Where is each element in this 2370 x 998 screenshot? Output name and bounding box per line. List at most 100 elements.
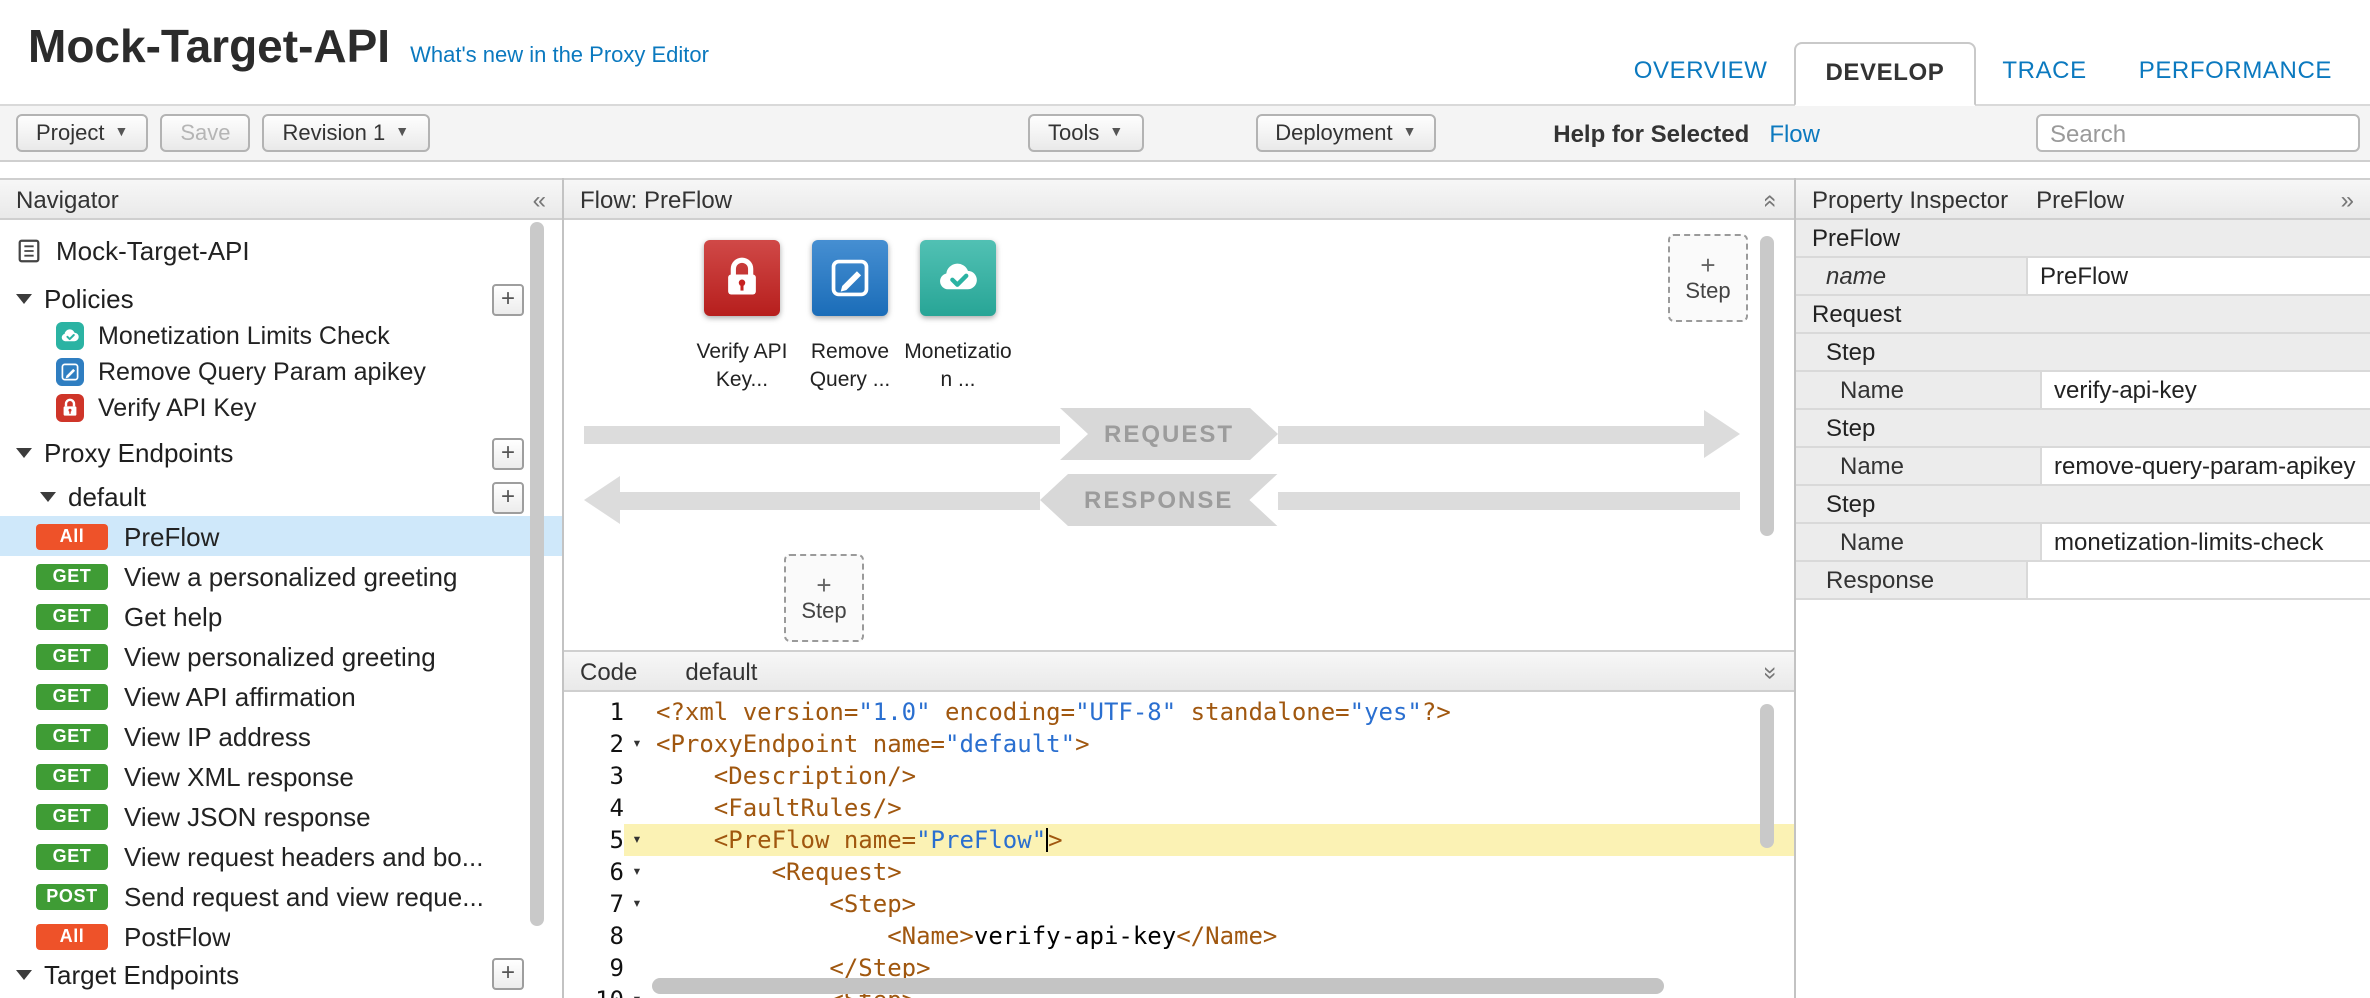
inspector-field-value[interactable]: [2028, 562, 2370, 598]
fold-arrow-icon: [624, 760, 650, 792]
request-label-banner: REQUEST: [1060, 408, 1278, 460]
policy-item[interactable]: Verify API Key: [0, 390, 562, 426]
flow-item-send-request-and-view-reque[interactable]: POSTSend request and view reque...: [0, 876, 562, 916]
add-step-button-response[interactable]: + Step: [784, 554, 864, 642]
nav-subsection-default[interactable]: default +: [0, 480, 562, 516]
inspector-section-step: Step: [1796, 410, 2370, 448]
add-step-button-request[interactable]: + Step: [1668, 234, 1748, 322]
fold-arrow-icon[interactable]: ▾: [624, 856, 650, 888]
tab-performance[interactable]: PERFORMANCE: [2113, 56, 2358, 104]
collapse-left-icon[interactable]: «: [533, 185, 546, 213]
flow-item-view-request-headers-and-bo[interactable]: GETView request headers and bo...: [0, 836, 562, 876]
fold-arrow-icon[interactable]: ▾: [624, 728, 650, 760]
code-line-2[interactable]: 2▾<ProxyEndpoint name="default">: [564, 728, 1794, 760]
inspector-field-value[interactable]: PreFlow: [2028, 258, 2370, 294]
line-number: 4: [564, 792, 624, 824]
code-vertical-scrollbar[interactable]: [1760, 704, 1774, 848]
line-number: 9: [564, 952, 624, 984]
disclosure-triangle-icon[interactable]: [16, 295, 32, 305]
add-policy-button[interactable]: +: [492, 284, 524, 316]
flow-item-postflow[interactable]: AllPostFlow: [0, 916, 562, 956]
flow-item-view-json-response[interactable]: GETView JSON response: [0, 796, 562, 836]
help-flow-link[interactable]: Flow: [1769, 119, 1820, 147]
line-number: 5: [564, 824, 624, 856]
expand-right-icon[interactable]: »: [2341, 185, 2354, 213]
tab-overview[interactable]: OVERVIEW: [1608, 56, 1794, 104]
flow-item-label: View XML response: [124, 761, 354, 791]
code-token: <Description/>: [656, 762, 916, 790]
code-horizontal-scrollbar[interactable]: [652, 978, 1664, 994]
code-line-8[interactable]: 8 <Name>verify-api-key</Name>: [564, 920, 1794, 952]
revision-menu-button[interactable]: Revision 1 ▼: [263, 114, 430, 152]
add-step-label: Step: [801, 600, 846, 624]
inspector-title: Property Inspector: [1812, 185, 2008, 213]
policy-step-pencil[interactable]: [812, 240, 888, 316]
flow-item-view-a-personalized-greeting[interactable]: GETView a personalized greeting: [0, 556, 562, 596]
inspector-section-preflow: PreFlow: [1796, 220, 2370, 258]
response-label: RESPONSE: [1084, 486, 1233, 514]
request-flow-arrow: REQUEST: [584, 408, 1740, 460]
policy-step-lock[interactable]: [704, 240, 780, 316]
inspector-section-request: Request: [1796, 296, 2370, 334]
add-flow-button[interactable]: +: [492, 482, 524, 514]
policy-step-cloud-check[interactable]: [920, 240, 996, 316]
tab-trace[interactable]: TRACE: [1976, 56, 2112, 104]
fold-arrow-icon[interactable]: ▾: [624, 888, 650, 920]
project-menu-button[interactable]: Project ▼: [16, 114, 148, 152]
code-tab-default[interactable]: default: [685, 657, 757, 685]
policy-item[interactable]: Remove Query Param apikey: [0, 354, 562, 390]
flow-item-view-ip-address[interactable]: GETView IP address: [0, 716, 562, 756]
tools-menu-button[interactable]: Tools ▼: [1028, 114, 1143, 152]
flow-item-get-help[interactable]: GETGet help: [0, 596, 562, 636]
tab-develop[interactable]: DEVELOP: [1793, 42, 1976, 106]
code-editor[interactable]: 1<?xml version="1.0" encoding="UTF-8" st…: [564, 692, 1794, 998]
search-input[interactable]: [2036, 114, 2360, 152]
deployment-menu-button[interactable]: Deployment ▼: [1255, 114, 1436, 152]
code-line-5[interactable]: 5▾ <PreFlow name="PreFlow">: [564, 824, 1794, 856]
add-target-endpoint-button[interactable]: +: [492, 958, 524, 990]
help-for-selected-label: Help for Selected: [1553, 119, 1749, 147]
policy-step-label: Monetization ...: [902, 340, 1014, 395]
save-button[interactable]: Save: [160, 114, 250, 152]
code-line-1[interactable]: 1<?xml version="1.0" encoding="UTF-8" st…: [564, 696, 1794, 728]
disclosure-triangle-icon[interactable]: [16, 969, 32, 979]
code-line-7[interactable]: 7▾ <Step>: [564, 888, 1794, 920]
request-bar: [1278, 425, 1704, 443]
flow-item-view-personalized-greeting[interactable]: GETView personalized greeting: [0, 636, 562, 676]
section-label-target-endpoints: Target Endpoints: [44, 959, 492, 989]
code-line-3[interactable]: 3 <Description/>: [564, 760, 1794, 792]
inspector-field-value[interactable]: verify-api-key: [2042, 372, 2370, 408]
toolbar-center-group: Tools ▼ Deployment ▼: [1028, 114, 1437, 152]
nav-root-item[interactable]: Mock-Target-API: [0, 232, 562, 270]
flow-item-preflow[interactable]: AllPreFlow: [0, 516, 562, 556]
flow-item-view-api-affirmation[interactable]: GETView API affirmation: [0, 676, 562, 716]
revision-menu-label: Revision 1: [283, 121, 386, 145]
collapse-down-icon[interactable]: »: [1758, 665, 1786, 676]
add-proxy-endpoint-button[interactable]: +: [492, 438, 524, 470]
code-panel-title: Code: [580, 657, 637, 685]
code-token: <?xml version=: [656, 698, 858, 726]
whats-new-link[interactable]: What's new in the Proxy Editor: [410, 44, 709, 68]
collapse-up-icon[interactable]: «: [1758, 193, 1786, 204]
inspector-field-value[interactable]: monetization-limits-check: [2042, 524, 2370, 560]
policy-item-label: Verify API Key: [98, 394, 256, 422]
nav-section-policies[interactable]: Policies +: [0, 282, 562, 318]
response-bar: [620, 491, 1040, 509]
fold-arrow-icon[interactable]: ▾: [624, 824, 650, 856]
nav-section-proxy-endpoints[interactable]: Proxy Endpoints +: [0, 436, 562, 472]
plus-icon: +: [816, 572, 831, 598]
method-badge: GET: [36, 763, 108, 789]
code-line-6[interactable]: 6▾ <Request>: [564, 856, 1794, 888]
navigator-scrollbar[interactable]: [530, 222, 544, 926]
flow-item-label: PostFlow: [124, 921, 231, 951]
code-line-4[interactable]: 4 <FaultRules/>: [564, 792, 1794, 824]
nav-section-target-endpoints[interactable]: Target Endpoints +: [0, 956, 562, 992]
disclosure-triangle-icon[interactable]: [16, 449, 32, 459]
flow-scrollbar[interactable]: [1760, 236, 1774, 536]
inspector-field-value[interactable]: remove-query-param-apikey: [2042, 448, 2370, 484]
section-label-policies: Policies: [44, 285, 492, 315]
disclosure-triangle-icon[interactable]: [40, 493, 56, 503]
policy-item[interactable]: Monetization Limits Check: [0, 318, 562, 354]
policy-item-label: Remove Query Param apikey: [98, 358, 426, 386]
flow-item-view-xml-response[interactable]: GET View XML response: [0, 756, 562, 796]
